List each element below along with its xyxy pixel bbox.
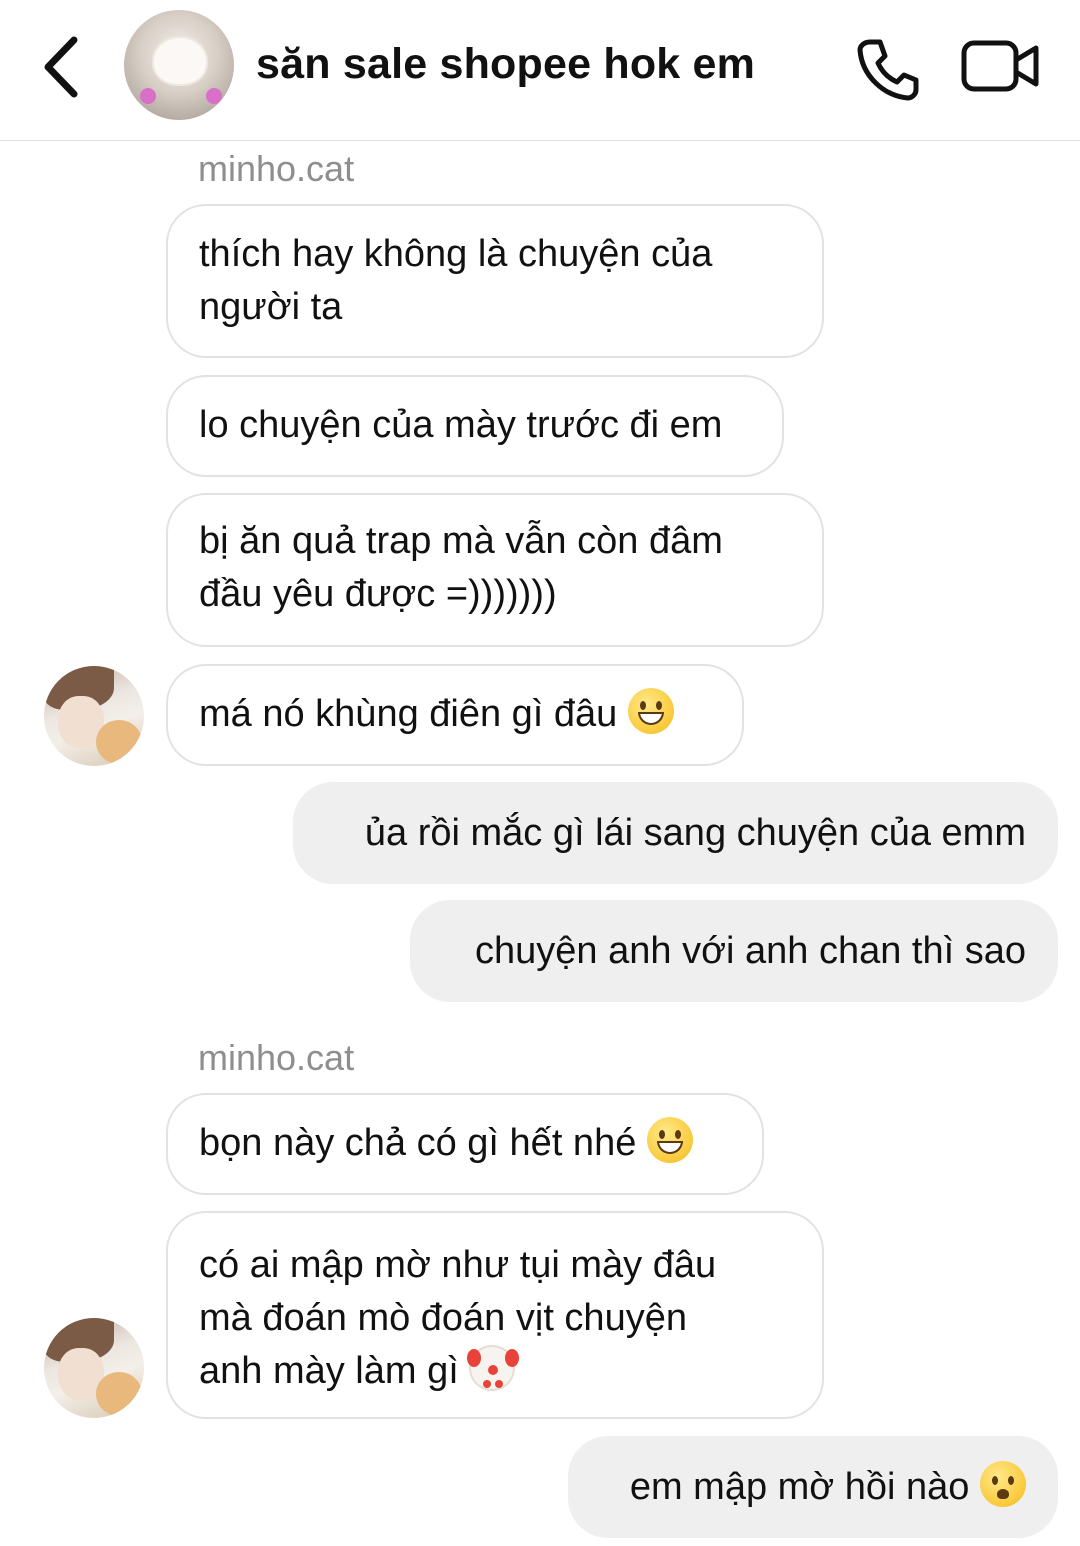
incoming-message[interactable]: thích hay không là chuyện của người ta — [166, 204, 824, 358]
message-line: anh mày làm gì — [199, 1350, 459, 1392]
sender-avatar[interactable] — [44, 1318, 144, 1418]
chat-title[interactable]: săn sale shopee hok em — [256, 40, 755, 89]
outgoing-message[interactable]: em mập mờ hồi nào — [568, 1436, 1058, 1538]
voice-call-button[interactable] — [852, 34, 922, 104]
incoming-message[interactable]: má nó khùng điên gì đâu — [166, 664, 744, 766]
message-line: người ta — [199, 286, 343, 328]
phone-icon — [857, 39, 919, 101]
grinning-face-icon — [627, 688, 674, 734]
sender-avatar[interactable] — [44, 666, 144, 766]
incoming-message[interactable]: bọn này chả có gì hết nhé — [166, 1093, 764, 1195]
incoming-message[interactable]: có ai mập mờ như tụi mày đâu mà đoán mò … — [166, 1211, 824, 1419]
outgoing-message[interactable]: ủa rồi mắc gì lái sang chuyện của emm — [293, 782, 1058, 884]
message-line: mà đoán mò đoán vịt chuyện — [199, 1297, 687, 1339]
message-text: bọn này chả có gì hết nhé — [199, 1122, 637, 1164]
clown-face-icon — [467, 1345, 516, 1391]
video-camera-icon — [961, 40, 1039, 92]
incoming-message[interactable]: lo chuyện của mày trước đi em — [166, 375, 784, 477]
group-avatar[interactable] — [124, 10, 234, 120]
video-call-button[interactable] — [960, 38, 1042, 96]
message-line: đầu yêu được =))))))) — [199, 573, 557, 615]
cat-photo — [154, 38, 206, 84]
chat-header: săn sale shopee hok em — [0, 0, 1080, 141]
message-text: ủa rồi mắc gì lái sang chuyện của emm — [364, 812, 1026, 854]
incoming-message[interactable]: bị ăn quả trap mà vẫn còn đâm đầu yêu đư… — [166, 493, 824, 647]
kitten-photo — [96, 720, 142, 764]
sender-name: minho.cat — [198, 1037, 355, 1078]
sender-name: minho.cat — [198, 148, 355, 189]
message-text: chuyện anh với anh chan thì sao — [475, 930, 1026, 972]
message-line: thích hay không là chuyện của — [199, 233, 713, 275]
message-text: em mập mờ hồi nào — [629, 1466, 970, 1508]
kitten-photo — [96, 1372, 142, 1416]
worried-face-icon — [980, 1461, 1026, 1507]
message-line: bị ăn quả trap mà vẫn còn đâm — [199, 520, 723, 562]
chevron-left-icon — [44, 36, 78, 98]
message-text: lo chuyện của mày trước đi em — [199, 404, 723, 446]
outgoing-message[interactable]: chuyện anh với anh chan thì sao — [410, 900, 1058, 1002]
grinning-face-icon — [646, 1117, 693, 1163]
message-text: má nó khùng điên gì đâu — [199, 693, 618, 735]
back-button[interactable] — [36, 32, 92, 102]
message-line: có ai mập mờ như tụi mày đâu — [199, 1244, 717, 1286]
